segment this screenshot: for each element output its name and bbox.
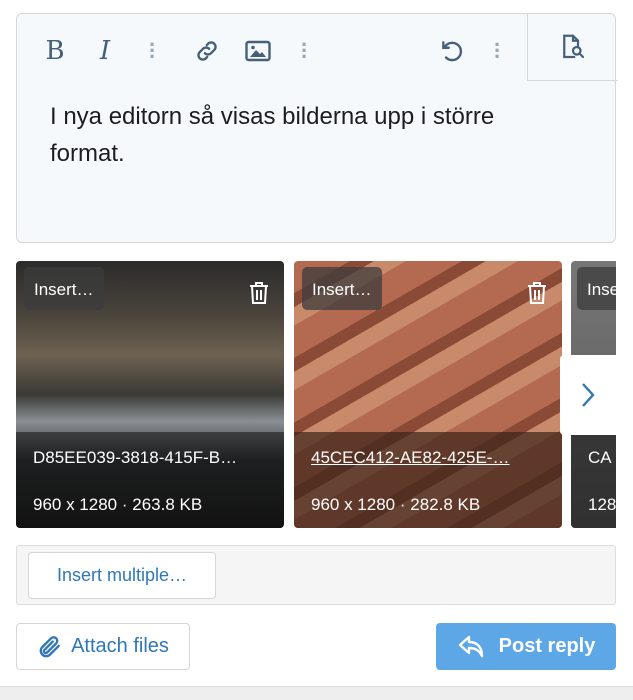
attachment-meta: 960 x 1280 · 263.8 KB [33,495,203,514]
attachment-filename[interactable]: 45CEC412-AE82-425E-… [311,448,509,468]
rich-text-editor: B I · · · · · · · · · I nya editorn så visas b… [16,13,618,243]
attachment-info: 45CEC412-AE82-425E-… 960 x 1280 · 282.8 … [294,432,562,528]
italic-button[interactable]: I [91,36,119,66]
attachment-info: D85EE039-3818-415F-B… 960 x 1280 · 263.8… [16,432,284,528]
editor-content[interactable]: I nya editorn så visas bilderna upp i st… [50,98,570,172]
attachment-meta: 960 x 1280 · 282.8 KB [311,495,481,514]
more-options-icon[interactable]: · · · [147,34,157,68]
image-icon[interactable] [243,36,273,66]
more-options-icon[interactable]: · · · [492,34,502,68]
more-options-icon[interactable]: · · · [299,34,309,68]
link-icon[interactable] [192,36,222,66]
insert-button[interactable]: Insert… [24,267,104,310]
attachment-filename[interactable]: D85EE039-3818-415F-B… [33,448,237,468]
insert-multiple-button[interactable]: Insert multiple… [28,552,216,599]
insert-button[interactable]: Inse [577,267,616,310]
bottom-bar [0,686,633,700]
attach-files-button[interactable]: Attach files [16,623,190,670]
reply-icon [458,635,483,657]
attachment-thumbnail[interactable]: Insert… D85EE039-3818-415F-B… 960 x 1280… [16,261,284,528]
preview-icon [563,34,585,58]
chevron-right-icon [582,383,595,407]
attach-files-label: Attach files [71,635,169,657]
insert-button[interactable]: Insert… [302,267,382,310]
attachment-filename[interactable]: CA [588,448,612,468]
insert-multiple-label: Insert multiple… [56,565,188,585]
post-reply-button[interactable]: Post reply [436,623,616,670]
bold-button[interactable]: B [41,36,69,66]
attachment-info: CA 128 [571,432,616,528]
attachment-meta: 128 [588,495,616,514]
paperclip-icon [39,635,60,657]
undo-icon[interactable] [437,36,467,66]
preview-button[interactable] [527,13,618,81]
post-reply-label: Post reply [498,635,596,657]
scroll-right-button[interactable] [560,355,616,435]
delete-icon[interactable] [248,281,270,310]
attachment-thumbnail[interactable]: Insert… 45CEC412-AE82-425E-… 960 x 1280 … [294,261,562,528]
delete-icon[interactable] [526,281,548,310]
